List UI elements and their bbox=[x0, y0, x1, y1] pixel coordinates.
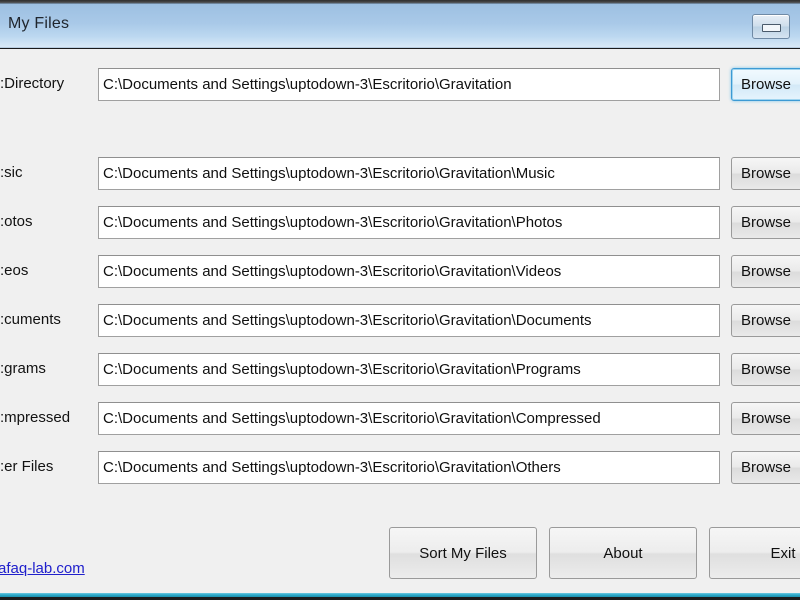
folder-row-photos: otos: C:\Documents and Settings\uptodown… bbox=[0, 206, 800, 240]
folder-input-music[interactable]: C:\Documents and Settings\uptodown-3\Esc… bbox=[98, 157, 720, 190]
folder-input-videos[interactable]: C:\Documents and Settings\uptodown-3\Esc… bbox=[98, 255, 720, 288]
main-directory-row: Directory: C:\Documents and Settings\upt… bbox=[0, 68, 800, 102]
folder-browse-button-videos[interactable]: Browse bbox=[731, 255, 800, 288]
application-window: My Files Directory: C:\Documents and Set… bbox=[0, 0, 800, 600]
website-link[interactable]: www.tafaq-lab.com bbox=[0, 560, 85, 577]
folder-row-programs: grams: C:\Documents and Settings\uptodow… bbox=[0, 353, 800, 387]
folder-browse-button-other-files[interactable]: Browse bbox=[731, 451, 800, 484]
folder-label-videos: eos: bbox=[0, 262, 29, 279]
window-title: My Files bbox=[8, 15, 70, 32]
folder-label-other-files: er Files: bbox=[0, 458, 54, 475]
folder-input-photos[interactable]: C:\Documents and Settings\uptodown-3\Esc… bbox=[98, 206, 720, 239]
folder-row-music: sic: C:\Documents and Settings\uptodown-… bbox=[0, 157, 800, 191]
folder-browse-button-compressed[interactable]: Browse bbox=[731, 402, 800, 435]
folder-browse-button-programs[interactable]: Browse bbox=[731, 353, 800, 386]
folder-label-compressed: mpressed: bbox=[0, 409, 71, 426]
main-directory-browse-button[interactable]: Browse bbox=[731, 68, 800, 101]
about-button[interactable]: About bbox=[549, 527, 697, 579]
folder-label-music: sic: bbox=[0, 164, 23, 181]
exit-button[interactable]: Exit bbox=[709, 527, 800, 579]
folder-input-other-files[interactable]: C:\Documents and Settings\uptodown-3\Esc… bbox=[98, 451, 720, 484]
folder-input-programs[interactable]: C:\Documents and Settings\uptodown-3\Esc… bbox=[98, 353, 720, 386]
folder-label-photos: otos: bbox=[0, 213, 33, 230]
folder-label-programs: grams: bbox=[0, 360, 46, 377]
title-bar[interactable]: My Files bbox=[0, 4, 800, 48]
main-directory-label: Directory: bbox=[0, 75, 65, 92]
folder-row-documents: cuments: C:\Documents and Settings\uptod… bbox=[0, 304, 800, 338]
minimize-icon bbox=[762, 24, 781, 32]
client-area: Directory: C:\Documents and Settings\upt… bbox=[0, 49, 800, 593]
folder-input-compressed[interactable]: C:\Documents and Settings\uptodown-3\Esc… bbox=[98, 402, 720, 435]
folder-browse-button-documents[interactable]: Browse bbox=[731, 304, 800, 337]
folder-label-documents: cuments: bbox=[0, 311, 61, 328]
minimize-button[interactable] bbox=[752, 14, 790, 39]
folder-row-compressed: mpressed: C:\Documents and Settings\upto… bbox=[0, 402, 800, 436]
folder-input-documents[interactable]: C:\Documents and Settings\uptodown-3\Esc… bbox=[98, 304, 720, 337]
sort-my-files-button[interactable]: Sort My Files bbox=[389, 527, 537, 579]
folder-row-videos: eos: C:\Documents and Settings\uptodown-… bbox=[0, 255, 800, 289]
folder-browse-button-music[interactable]: Browse bbox=[731, 157, 800, 190]
folder-row-other-files: er Files: C:\Documents and Settings\upto… bbox=[0, 451, 800, 485]
folder-browse-button-photos[interactable]: Browse bbox=[731, 206, 800, 239]
main-directory-input[interactable]: C:\Documents and Settings\uptodown-3\Esc… bbox=[98, 68, 720, 101]
